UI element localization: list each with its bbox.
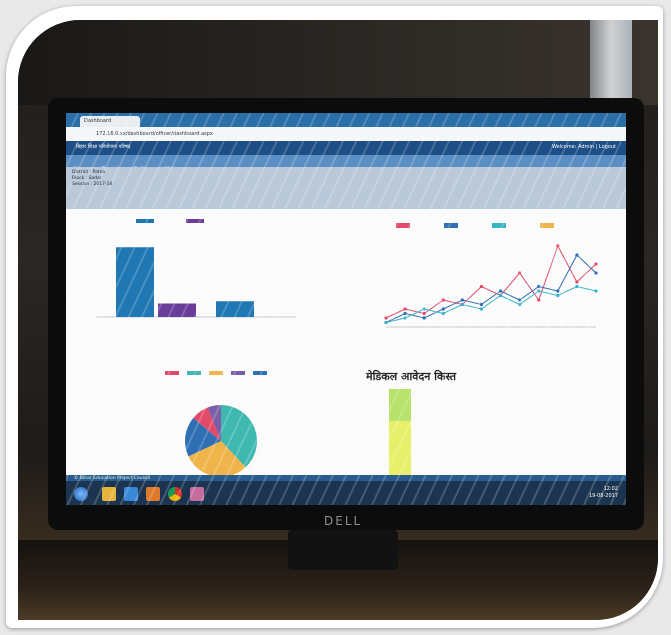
windows-taskbar: 12:02 19-08-2017 xyxy=(66,481,626,505)
clock-date: 19-08-2017 xyxy=(588,493,618,499)
section-heading: मेडिकल आवेदन किस्त xyxy=(366,370,457,383)
stacked-bar xyxy=(389,389,411,479)
data-point xyxy=(384,316,388,320)
data-point xyxy=(594,289,598,293)
data-point xyxy=(422,316,426,320)
legend-swatch xyxy=(540,223,554,228)
data-point xyxy=(594,262,598,266)
browser-tabbar: Dashboard xyxy=(66,113,626,127)
data-point xyxy=(575,284,579,289)
app-menu: Home Reports Setting Help xyxy=(66,155,626,172)
info-line: Session : 2017-18 xyxy=(72,182,113,187)
photo: DELL Dashboard 172.16.0.xx/dashboard/off… xyxy=(18,20,658,620)
app-user-info[interactable]: Welcome: Admin | Logout xyxy=(552,144,616,150)
data-point xyxy=(460,302,464,307)
data-point xyxy=(556,293,560,298)
background-wall xyxy=(18,20,658,105)
data-point xyxy=(479,284,484,289)
legend-swatch xyxy=(231,371,245,375)
series-line xyxy=(385,285,597,323)
browser-tab[interactable]: Dashboard xyxy=(80,116,140,127)
data-point xyxy=(460,298,464,302)
legend-swatch xyxy=(187,371,201,375)
data-point xyxy=(384,320,388,325)
data-point xyxy=(479,307,484,311)
pie-chart xyxy=(165,371,267,477)
data-point xyxy=(498,289,503,293)
data-point xyxy=(422,311,426,316)
legend-swatch xyxy=(253,371,267,375)
legend-swatch xyxy=(209,371,223,375)
bar-chart xyxy=(96,219,296,318)
data-point xyxy=(575,253,579,257)
chrome-icon[interactable] xyxy=(168,487,182,501)
data-point xyxy=(537,284,541,289)
legend-swatch xyxy=(396,223,410,228)
data-point xyxy=(498,293,503,298)
data-point xyxy=(441,307,445,311)
data-point xyxy=(403,311,407,316)
taskbar-clock[interactable]: 12:02 19-08-2017 xyxy=(589,486,618,500)
monitor-screen: Dashboard 172.16.0.xx/dashboard/officer/… xyxy=(66,113,626,505)
data-point xyxy=(403,307,407,311)
address-bar[interactable]: 172.16.0.xx/dashboard/officer/dashboard.… xyxy=(66,127,626,142)
info-panel: District : Patna Block : Sadar Session :… xyxy=(66,167,626,209)
media-icon[interactable] xyxy=(146,487,160,501)
legend-swatch xyxy=(165,371,179,375)
legend-swatch xyxy=(444,223,458,228)
data-point xyxy=(594,271,598,275)
data-point xyxy=(441,298,445,302)
bar xyxy=(158,303,196,317)
app-title: बिहार शिक्षा परियोजना परिषद xyxy=(76,144,131,150)
data-point xyxy=(575,280,579,284)
legend-swatch xyxy=(186,219,204,223)
info-lines: District : Patna Block : Sadar Session :… xyxy=(72,170,272,188)
data-point xyxy=(441,311,445,316)
data-point xyxy=(537,289,541,293)
app-header: बिहार शिक्षा परियोजना परिषद Welcome: Adm… xyxy=(66,141,626,155)
bar xyxy=(116,247,154,317)
clock-time: 12:02 xyxy=(603,486,618,492)
window-light xyxy=(590,20,632,100)
legend-swatch xyxy=(136,219,154,223)
data-point xyxy=(518,271,522,275)
url-text: 172.16.0.xx/dashboard/officer/dashboard.… xyxy=(96,131,213,137)
data-point xyxy=(479,302,484,307)
data-point xyxy=(556,289,560,293)
start-button[interactable] xyxy=(74,487,88,501)
monitor-stand xyxy=(288,530,398,570)
data-point xyxy=(518,298,522,302)
legend-swatch xyxy=(492,223,506,228)
data-point xyxy=(556,244,560,248)
data-point xyxy=(537,298,541,302)
monitor-brand-logo: DELL xyxy=(324,514,363,528)
data-point xyxy=(422,307,426,311)
series-line xyxy=(385,244,597,319)
paint-icon[interactable] xyxy=(190,487,204,501)
bar xyxy=(216,301,254,317)
explorer-icon[interactable] xyxy=(102,487,116,501)
data-point xyxy=(403,316,407,320)
data-point xyxy=(518,302,522,307)
line-chart xyxy=(384,223,598,328)
dashboard-content: मेडिकल आवेदन किस्त xyxy=(66,209,626,481)
browser-icon[interactable] xyxy=(124,487,138,501)
